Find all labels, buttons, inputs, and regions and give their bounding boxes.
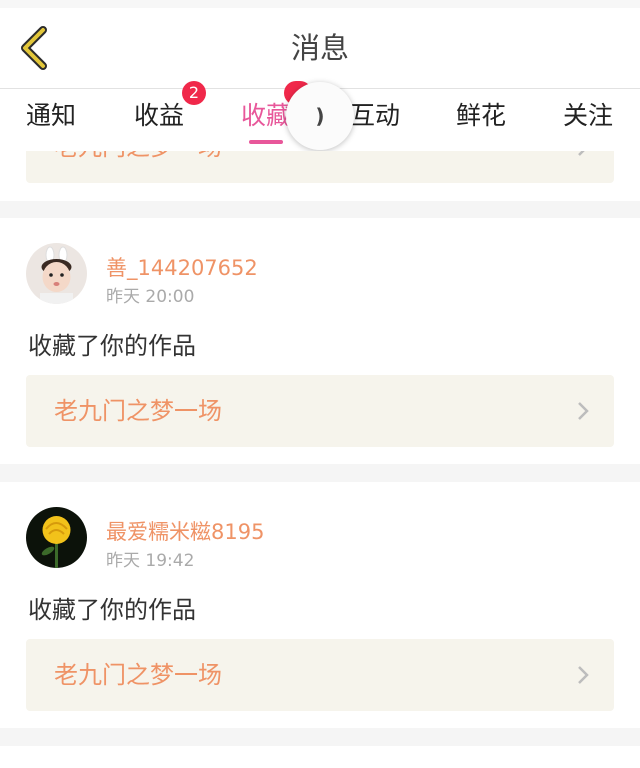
chevron-right-icon [578, 402, 589, 420]
tab-notifications[interactable]: 通知 [26, 89, 76, 151]
tab-follows[interactable]: 关注 [563, 89, 613, 151]
message-card: 最爱糯米糍8195 昨天 19:42 收藏了你的作品 老九门之梦一场 [0, 482, 640, 728]
username[interactable]: 最爱糯米糍8195 [106, 516, 264, 546]
tab-earnings[interactable]: 收益 [134, 89, 184, 151]
chevron-right-icon [578, 666, 589, 684]
work-link[interactable]: 老九门之梦一场 [26, 375, 614, 447]
tab-interactions[interactable]: 互动 [350, 89, 400, 151]
work-title: 老九门之梦一场 [54, 397, 222, 425]
message-card-partial [0, 746, 640, 768]
active-tab-indicator [249, 140, 283, 144]
child-avatar-icon[interactable] [26, 243, 87, 304]
username[interactable]: 善_144207652 [106, 252, 258, 282]
work-link[interactable]: 老九门之梦一场 [26, 639, 614, 711]
header: 消息 [0, 8, 640, 89]
action-text: 收藏了你的作品 [28, 332, 196, 360]
action-text: 收藏了你的作品 [28, 596, 196, 624]
loading-arc-icon: ) [315, 104, 325, 128]
timestamp: 昨天 19:42 [106, 551, 195, 571]
floating-assist-button[interactable]: ) [286, 82, 354, 150]
message-card-partial: 老九门之梦一场 [0, 151, 640, 201]
yellow-rose-avatar-icon[interactable] [26, 507, 87, 568]
tab-flowers[interactable]: 鲜花 [456, 89, 506, 151]
earnings-badge: 2 [182, 81, 206, 105]
timestamp: 昨天 20:00 [106, 287, 195, 307]
message-card: 善_144207652 昨天 20:00 收藏了你的作品 老九门之梦一场 [0, 218, 640, 464]
page-title: 消息 [290, 31, 349, 65]
work-title: 老九门之梦一场 [54, 661, 222, 689]
